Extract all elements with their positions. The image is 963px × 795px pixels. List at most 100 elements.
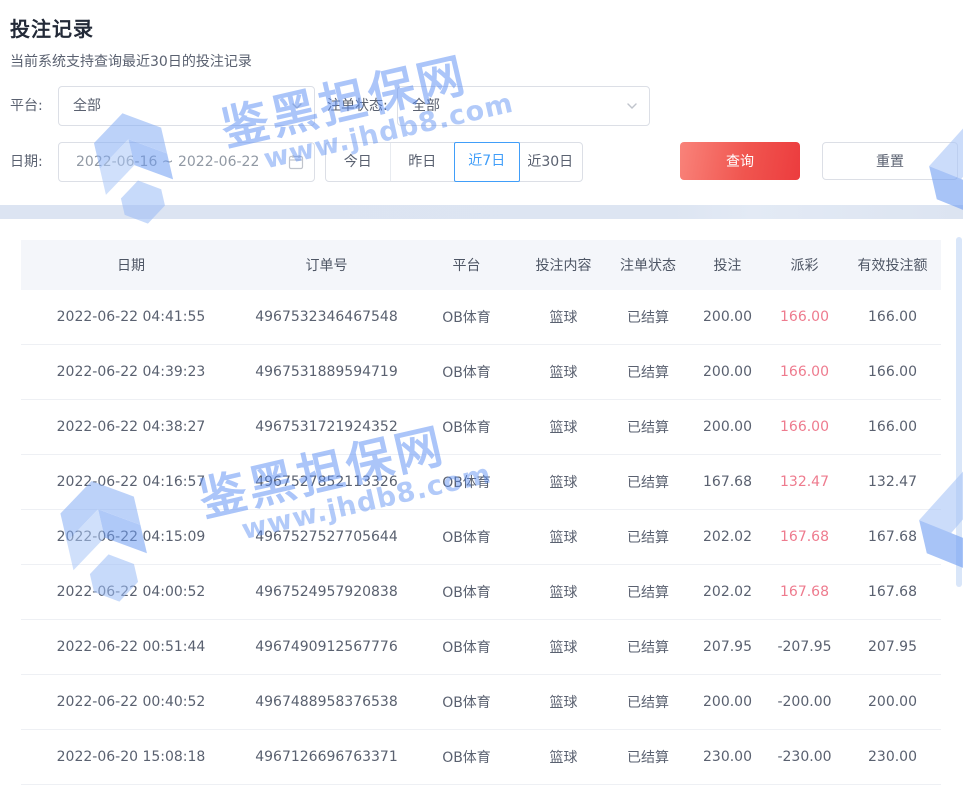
cell-date: 2022-06-22 00:51:44	[21, 639, 241, 655]
cell-payout: -207.95	[765, 639, 844, 655]
cell-bet: 200.00	[690, 694, 765, 710]
reset-button[interactable]: 重置	[822, 142, 958, 180]
cell-valid: 132.47	[844, 474, 941, 490]
cell-payout: 167.68	[765, 529, 844, 545]
quick-range-group: 今日昨日近7日近30日	[325, 142, 583, 182]
cell-valid: 166.00	[844, 309, 941, 325]
cell-valid: 200.00	[844, 694, 941, 710]
table-row: 2022-06-20 15:08:184967126696763371OB体育篮…	[21, 730, 941, 785]
scrollbar[interactable]	[956, 237, 962, 587]
page-subtitle: 当前系统支持查询最近30日的投注记录	[10, 51, 252, 71]
column-header: 投注内容	[521, 255, 606, 275]
cell-platform: OB体育	[412, 692, 521, 712]
chevron-down-icon	[292, 101, 302, 111]
cell-payout: -200.00	[765, 694, 844, 710]
table-row: 2022-06-22 04:39:234967531889594719OB体育篮…	[21, 345, 941, 400]
cell-bet: 202.02	[690, 529, 765, 545]
cell-platform: OB体育	[412, 582, 521, 602]
column-header: 注单状态	[606, 255, 690, 275]
cell-valid: 167.68	[844, 584, 941, 600]
cell-order: 4967527852113326	[241, 474, 412, 490]
betting-records-page: 投注记录 当前系统支持查询最近30日的投注记录 平台: 全部 注单状态: 全部 …	[0, 0, 963, 795]
cell-content: 篮球	[521, 692, 606, 712]
cell-payout: 166.00	[765, 364, 844, 380]
column-header: 投注	[690, 255, 765, 275]
cell-platform: OB体育	[412, 637, 521, 657]
cell-valid: 166.00	[844, 419, 941, 435]
cell-bet: 200.00	[690, 309, 765, 325]
cell-date: 2022-06-22 04:15:09	[21, 529, 241, 545]
cell-content: 篮球	[521, 582, 606, 602]
status-select[interactable]: 全部	[397, 86, 650, 126]
cell-content: 篮球	[521, 747, 606, 767]
cell-platform: OB体育	[412, 527, 521, 547]
platform-select-value: 全部	[73, 87, 101, 125]
cell-bet: 202.02	[690, 584, 765, 600]
cell-platform: OB体育	[412, 362, 521, 382]
cell-valid: 207.95	[844, 639, 941, 655]
cell-payout: -230.00	[765, 749, 844, 765]
cell-status: 已结算	[606, 307, 690, 327]
cell-order: 4967532346467548	[241, 309, 412, 325]
table-row: 2022-06-22 04:00:524967524957920838OB体育篮…	[21, 565, 941, 620]
cell-date: 2022-06-22 00:40:52	[21, 694, 241, 710]
cell-valid: 230.00	[844, 749, 941, 765]
table-row: 2022-06-22 00:40:524967488958376538OB体育篮…	[21, 675, 941, 730]
cell-platform: OB体育	[412, 307, 521, 327]
cell-payout: 166.00	[765, 419, 844, 435]
chevron-down-icon	[627, 101, 637, 111]
cell-order: 4967531889594719	[241, 364, 412, 380]
cell-status: 已结算	[606, 362, 690, 382]
cell-order: 4967531721924352	[241, 419, 412, 435]
cell-payout: 166.00	[765, 309, 844, 325]
cell-valid: 167.68	[844, 529, 941, 545]
table-row: 2022-06-22 04:38:274967531721924352OB体育篮…	[21, 400, 941, 455]
table-header-row: 日期订单号平台投注内容注单状态投注派彩有效投注额	[21, 240, 941, 290]
cell-platform: OB体育	[412, 747, 521, 767]
cell-status: 已结算	[606, 692, 690, 712]
cell-content: 篮球	[521, 472, 606, 492]
column-header: 派彩	[765, 255, 844, 275]
cell-bet: 230.00	[690, 749, 765, 765]
cell-content: 篮球	[521, 417, 606, 437]
column-header: 平台	[412, 255, 521, 275]
quick-range-button[interactable]: 今日	[326, 143, 391, 181]
search-button[interactable]: 查询	[680, 142, 800, 180]
page-title: 投注记录	[10, 13, 94, 42]
cell-date: 2022-06-20 15:08:18	[21, 749, 241, 765]
cell-date: 2022-06-22 04:39:23	[21, 364, 241, 380]
platform-select[interactable]: 全部	[58, 86, 315, 126]
date-range-input[interactable]: 2022-06-16 ~ 2022-06-22	[58, 142, 315, 182]
quick-range-button[interactable]: 近7日	[454, 142, 520, 182]
cell-bet: 167.68	[690, 474, 765, 490]
cell-date: 2022-06-22 04:41:55	[21, 309, 241, 325]
cell-status: 已结算	[606, 527, 690, 547]
cell-bet: 207.95	[690, 639, 765, 655]
table-body: 2022-06-22 04:41:554967532346467548OB体育篮…	[21, 290, 941, 785]
cell-order: 4967527527705644	[241, 529, 412, 545]
cell-status: 已结算	[606, 417, 690, 437]
quick-range-button[interactable]: 近30日	[519, 143, 583, 181]
table-row: 2022-06-22 04:41:554967532346467548OB体育篮…	[21, 290, 941, 345]
cell-content: 篮球	[521, 637, 606, 657]
cell-order: 4967126696763371	[241, 749, 412, 765]
status-select-value: 全部	[412, 87, 440, 125]
cell-bet: 200.00	[690, 419, 765, 435]
cell-bet: 200.00	[690, 364, 765, 380]
cell-content: 篮球	[521, 362, 606, 382]
records-table: 日期订单号平台投注内容注单状态投注派彩有效投注额 2022-06-22 04:4…	[21, 240, 941, 785]
cell-date: 2022-06-22 04:38:27	[21, 419, 241, 435]
cell-status: 已结算	[606, 472, 690, 492]
quick-range-button[interactable]: 昨日	[391, 143, 456, 181]
table-row: 2022-06-22 04:16:574967527852113326OB体育篮…	[21, 455, 941, 510]
cell-status: 已结算	[606, 582, 690, 602]
column-header: 日期	[21, 255, 241, 275]
cell-order: 4967524957920838	[241, 584, 412, 600]
cell-order: 4967488958376538	[241, 694, 412, 710]
cell-platform: OB体育	[412, 472, 521, 492]
column-header: 订单号	[241, 255, 412, 275]
cell-platform: OB体育	[412, 417, 521, 437]
platform-label: 平台:	[10, 86, 43, 126]
table-row: 2022-06-22 04:15:094967527527705644OB体育篮…	[21, 510, 941, 565]
date-range-value: 2022-06-16 ~ 2022-06-22	[76, 143, 259, 181]
